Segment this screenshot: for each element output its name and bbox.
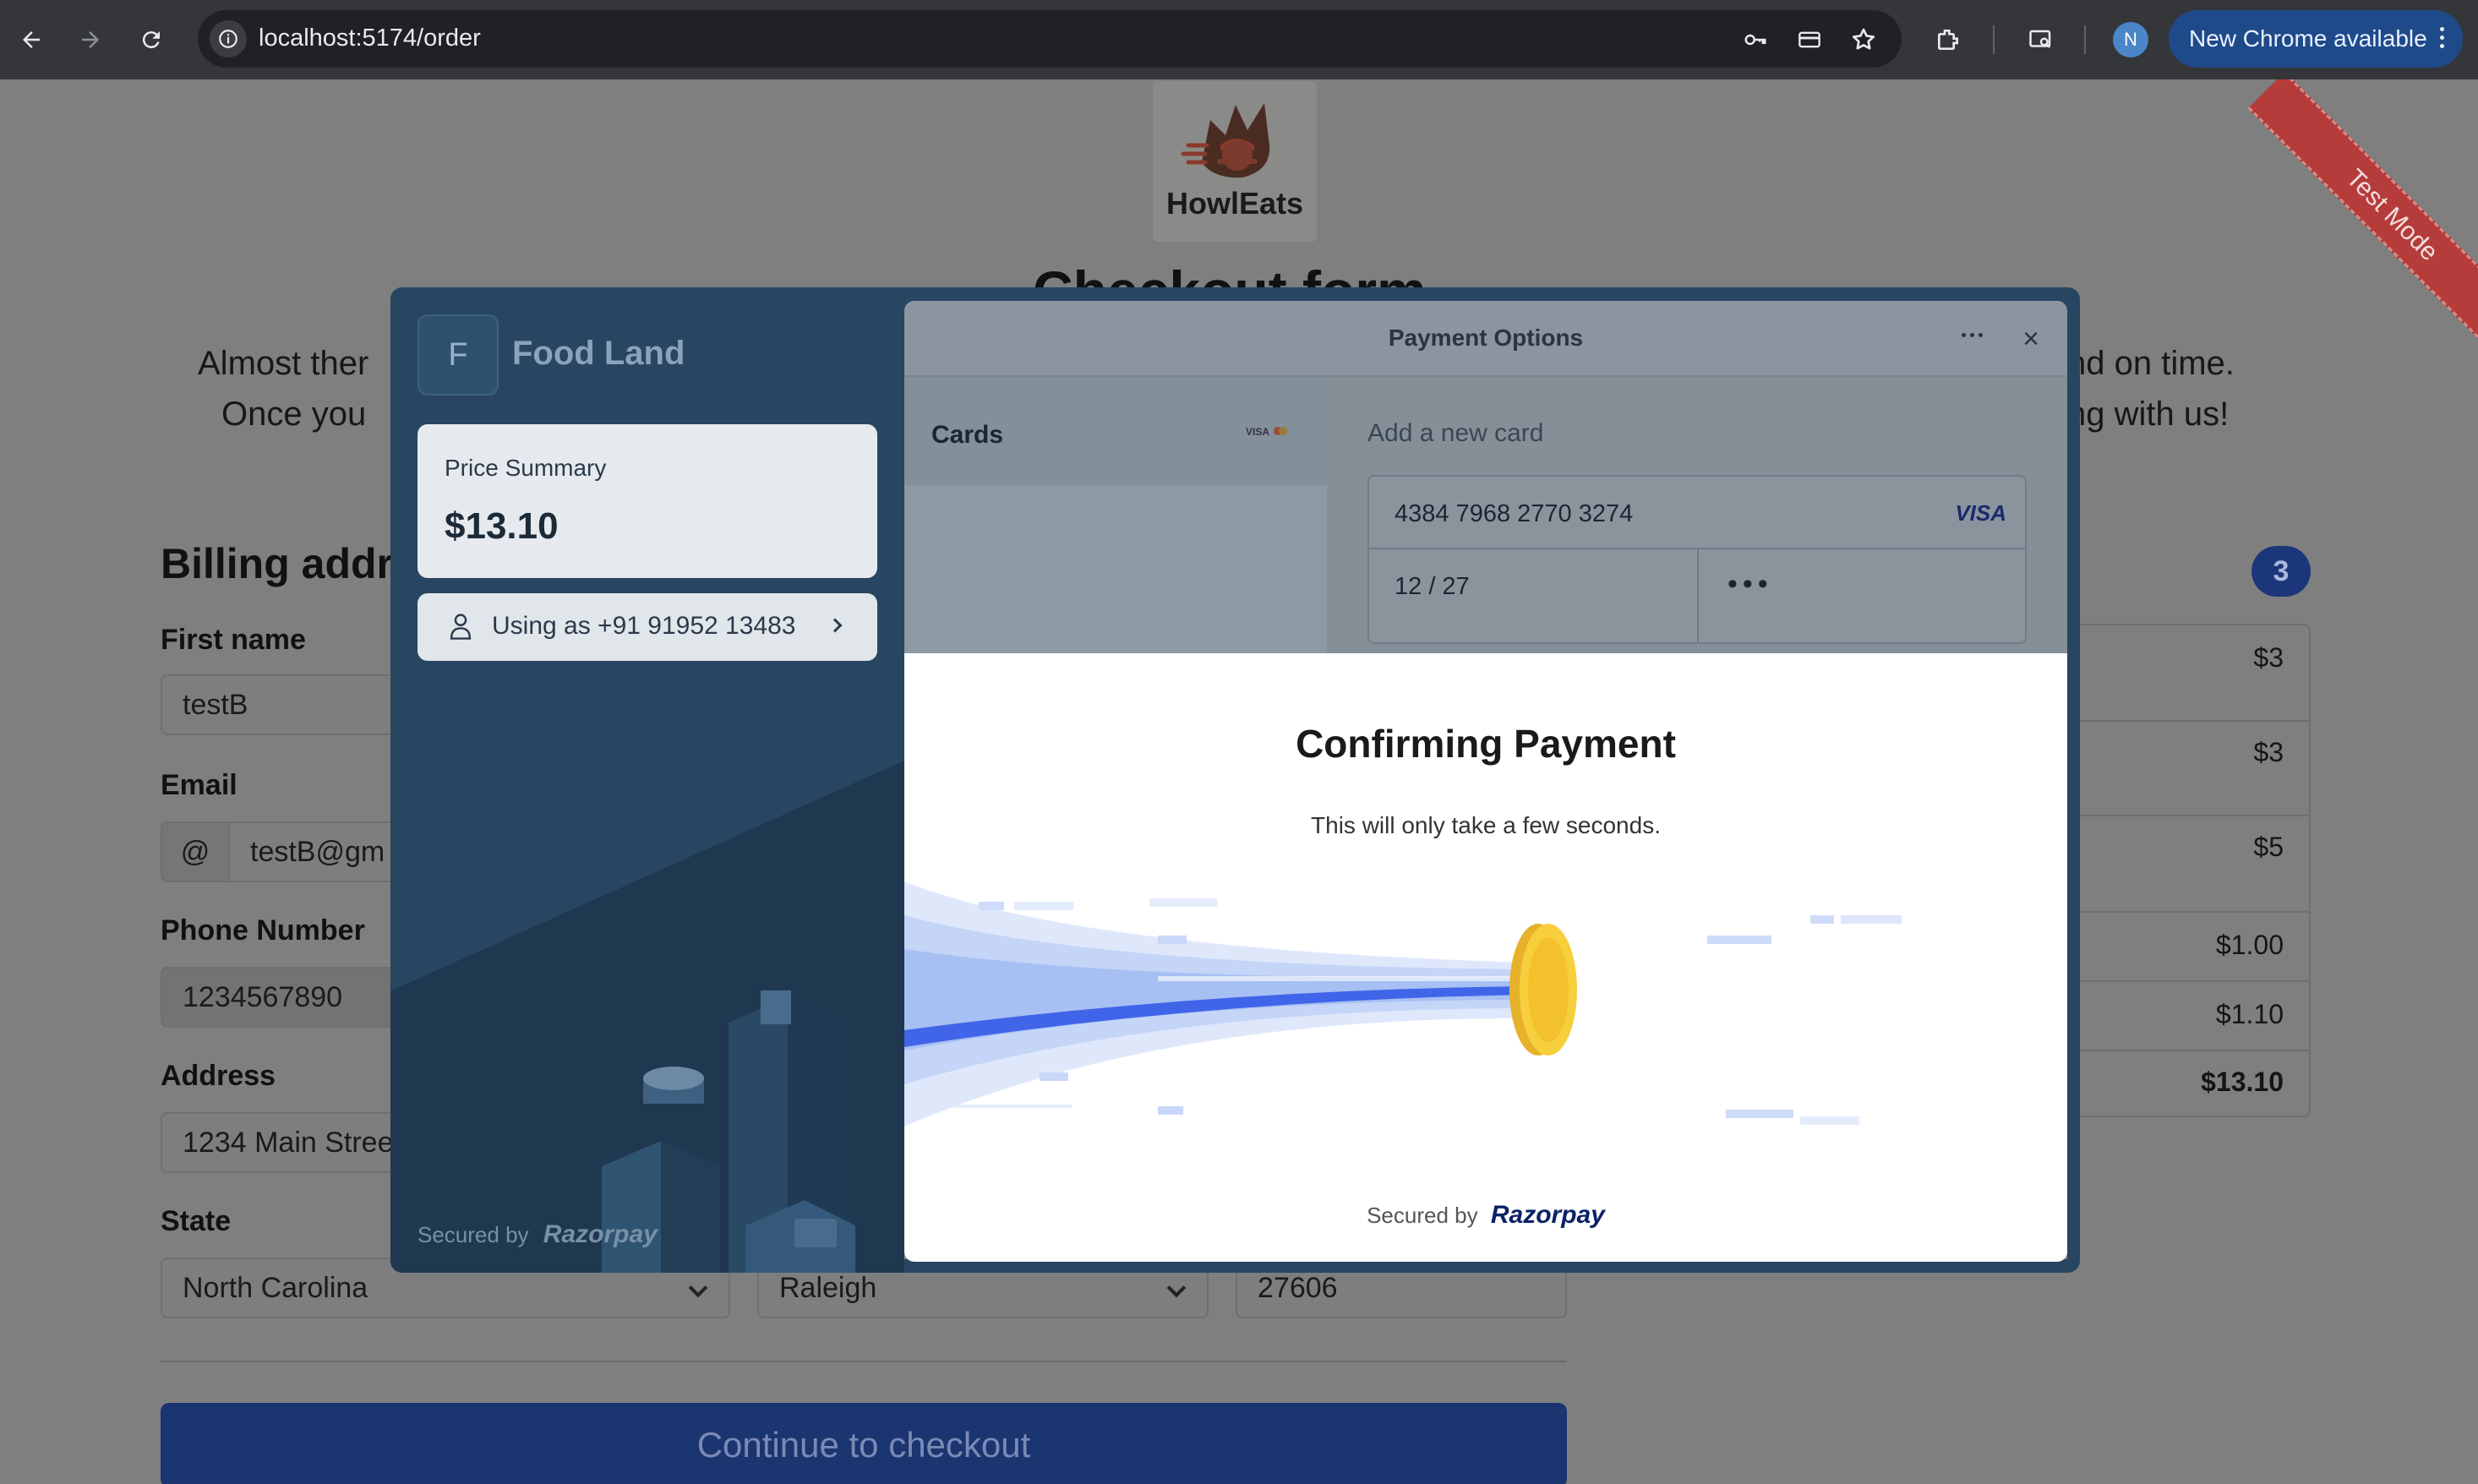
update-label: New Chrome available bbox=[2189, 25, 2427, 52]
visa-icon: VISA bbox=[1955, 500, 2006, 526]
url-text: localhost:5174/order bbox=[259, 25, 481, 52]
visa-mini-icon: VISA bbox=[1246, 426, 1270, 438]
user-icon bbox=[450, 614, 472, 640]
chevron-right-icon bbox=[827, 618, 843, 633]
first-name-field[interactable]: testB bbox=[161, 674, 406, 735]
contact-label: Using as +91 91952 13483 bbox=[492, 612, 796, 640]
intro-line: ng with us! bbox=[2067, 396, 2230, 433]
price-summary-card[interactable]: Price Summary $13.10 bbox=[418, 424, 877, 578]
secured-by-text: Secured by bbox=[1367, 1203, 1478, 1228]
merchant-name: Food Land bbox=[512, 335, 685, 372]
cart-price: $3 bbox=[2253, 642, 2284, 673]
intro-line: nd on time. bbox=[2067, 345, 2235, 382]
method-placeholder bbox=[904, 485, 1327, 671]
razorpay-logo: Razorpay bbox=[543, 1220, 658, 1248]
tab-search-icon[interactable] bbox=[2020, 19, 2062, 61]
email-field[interactable]: testB@gm bbox=[228, 821, 406, 882]
profile-avatar[interactable]: N bbox=[2113, 22, 2148, 57]
more-options-icon[interactable] bbox=[1962, 333, 1983, 337]
address-bar[interactable]: localhost:5174/order bbox=[198, 10, 1902, 68]
secured-by-text: Secured by bbox=[418, 1222, 529, 1247]
razorpay-logo: Razorpay bbox=[1490, 1201, 1605, 1229]
intro-line: Almost ther bbox=[198, 345, 369, 382]
add-card-label: Add a new card bbox=[1367, 419, 1544, 447]
back-icon[interactable] bbox=[10, 19, 52, 61]
toolbar-divider bbox=[1993, 25, 1995, 54]
toolbar-divider bbox=[2084, 25, 2086, 54]
extensions-icon[interactable] bbox=[1927, 19, 1969, 61]
intro-text-right: nd on time. ng with us! bbox=[2067, 338, 2235, 439]
email-prefix: @ bbox=[161, 821, 230, 882]
method-cards[interactable]: Cards VISA bbox=[904, 377, 1327, 487]
address-label: Address bbox=[161, 1060, 276, 1092]
email-label: Email bbox=[161, 769, 237, 801]
price-amount: $13.10 bbox=[445, 505, 559, 547]
first-name-label: First name bbox=[161, 624, 306, 656]
intro-text-left: Almost ther Once you bbox=[198, 338, 368, 439]
cart-count-badge: 3 bbox=[2251, 546, 2311, 597]
merchant-sidebar: F Food Land Price Summary $13.10 Using a… bbox=[390, 287, 904, 1273]
page-title: Checkout form bbox=[1033, 259, 1427, 291]
forward-icon[interactable] bbox=[69, 19, 112, 61]
chrome-update-button[interactable]: New Chrome available bbox=[2169, 10, 2463, 68]
confirm-secured-by: Secured by Razorpay bbox=[904, 1201, 2067, 1230]
card-field-divider bbox=[1697, 549, 1699, 644]
billing-title: Billing addr bbox=[161, 540, 393, 587]
mastercard-mini-icon bbox=[1274, 427, 1287, 435]
state-value: North Carolina bbox=[183, 1271, 368, 1304]
sidebar-secured-by: Secured by Razorpay bbox=[418, 1220, 658, 1249]
brand-logo: HowlEats bbox=[1153, 81, 1317, 242]
payment-coin-animation bbox=[904, 881, 1902, 1127]
card-form: 4384 7968 2770 3274 VISA 12 / 27 ••• bbox=[1367, 475, 2027, 644]
payment-options-header: Payment Options × bbox=[904, 301, 2067, 377]
phone-field[interactable]: 1234567890 bbox=[161, 967, 406, 1028]
state-label: State bbox=[161, 1205, 232, 1237]
wolf-logo-icon bbox=[1181, 103, 1270, 178]
reload-icon[interactable] bbox=[130, 19, 172, 61]
address-field[interactable]: 1234 Main Stree bbox=[161, 1112, 406, 1173]
test-mode-ribbon: Test Mode bbox=[2247, 79, 2478, 360]
password-key-icon[interactable] bbox=[1734, 19, 1777, 61]
confirming-payment-dialog: Confirming Payment This will only take a… bbox=[904, 653, 2067, 1262]
city-value: Raleigh bbox=[779, 1271, 877, 1304]
phone-label: Phone Number bbox=[161, 914, 365, 947]
card-cvv-field[interactable]: ••• bbox=[1728, 568, 1773, 601]
confirming-title: Confirming Payment bbox=[1296, 722, 1676, 766]
cart-price: $3 bbox=[2253, 737, 2284, 767]
brand-name: HowlEats bbox=[1165, 186, 1304, 221]
chevron-down-icon bbox=[688, 1278, 708, 1298]
merchant-logo: F bbox=[418, 314, 499, 396]
browser-toolbar: localhost:5174/order N New Chrome availa… bbox=[0, 0, 2478, 79]
cart-price: $5 bbox=[2253, 832, 2284, 862]
form-divider bbox=[161, 1361, 1567, 1362]
payment-card-icon[interactable] bbox=[1788, 19, 1831, 61]
price-summary-label: Price Summary bbox=[445, 455, 607, 481]
card-expiry-field[interactable]: 12 / 27 bbox=[1395, 573, 1470, 601]
menu-kebab-icon[interactable] bbox=[2440, 27, 2444, 48]
chevron-down-icon bbox=[1166, 1278, 1187, 1298]
confirming-subtitle: This will only take a few seconds. bbox=[1311, 812, 1661, 838]
cart-price: $1.00 bbox=[2215, 930, 2284, 960]
close-icon[interactable]: × bbox=[2017, 325, 2045, 353]
contact-card[interactable]: Using as +91 91952 13483 bbox=[418, 593, 877, 661]
cart-price: $1.10 bbox=[2215, 999, 2284, 1029]
intro-line: Once you bbox=[221, 396, 367, 433]
cart-total: $13.10 bbox=[2201, 1067, 2284, 1097]
method-cards-label: Cards bbox=[931, 421, 1004, 449]
card-number-field[interactable]: 4384 7968 2770 3274 bbox=[1395, 500, 1633, 528]
payment-options-title: Payment Options bbox=[1388, 325, 1584, 351]
bookmark-star-icon[interactable] bbox=[1842, 19, 1885, 61]
continue-checkout-button[interactable]: Continue to checkout bbox=[161, 1403, 1567, 1484]
site-info-icon[interactable] bbox=[210, 20, 247, 57]
